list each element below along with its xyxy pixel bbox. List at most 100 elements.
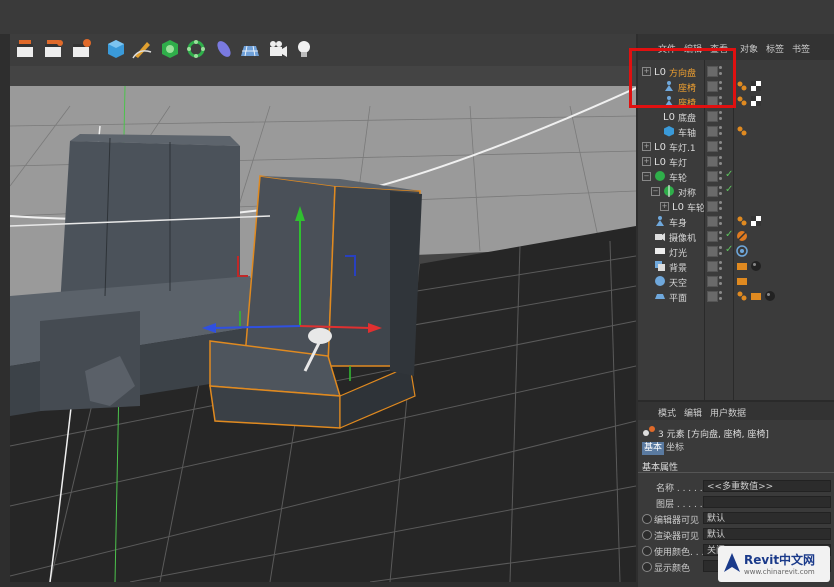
object-row[interactable]: − 对称 ✓ xyxy=(638,184,834,199)
menu-bookmarks[interactable]: 书签 xyxy=(792,42,810,55)
visibility-toggle[interactable] xyxy=(707,141,718,152)
menu-attr-edit[interactable]: 编辑 xyxy=(684,406,702,419)
menu-mode[interactable]: 模式 xyxy=(658,406,676,419)
visibility-toggle[interactable] xyxy=(707,156,718,167)
field-value[interactable] xyxy=(703,496,831,508)
expand-toggle[interactable]: + xyxy=(642,157,651,166)
editor-render-dots[interactable] xyxy=(719,275,722,287)
object-name[interactable]: 车身 xyxy=(669,216,687,229)
object-row[interactable]: 天空 xyxy=(638,274,834,289)
pen-spline-icon[interactable] xyxy=(130,37,154,61)
field-value[interactable]: 默认 xyxy=(703,512,831,524)
visibility-toggle[interactable] xyxy=(707,246,718,257)
light-bulb-icon[interactable] xyxy=(292,37,316,61)
subdivision-icon[interactable] xyxy=(158,37,182,61)
object-row[interactable]: 车身 xyxy=(638,214,834,229)
editor-render-dots[interactable] xyxy=(719,200,722,212)
object-name[interactable]: 车轮 xyxy=(687,201,705,214)
editor-render-dots[interactable] xyxy=(719,140,722,152)
floor-scene-icon[interactable] xyxy=(238,37,262,61)
material-tag-orange-icon[interactable] xyxy=(736,80,748,92)
visibility-toggle[interactable] xyxy=(707,216,718,227)
field-radio[interactable] xyxy=(642,530,652,540)
sphere-material-tag-icon[interactable] xyxy=(750,260,762,272)
object-row[interactable]: L0 底盘 xyxy=(638,109,834,124)
visibility-toggle[interactable] xyxy=(707,171,718,182)
visibility-toggle[interactable] xyxy=(707,186,718,197)
cube-icon[interactable] xyxy=(104,37,128,61)
object-name[interactable]: 摄像机 xyxy=(669,231,696,244)
menu-object[interactable]: 对象 xyxy=(740,42,758,55)
editor-render-dots[interactable] xyxy=(719,170,722,182)
material-tag-orange-icon[interactable] xyxy=(736,125,748,137)
render-view-button[interactable] xyxy=(14,37,38,61)
display-tag-icon[interactable] xyxy=(750,290,762,302)
array-generator-icon[interactable] xyxy=(184,37,208,61)
checker-tag-icon[interactable] xyxy=(750,215,762,227)
editor-render-dots[interactable] xyxy=(719,260,722,272)
object-row[interactable]: 车轴 xyxy=(638,124,834,139)
target-tag-icon[interactable] xyxy=(736,245,748,257)
checker-tag-icon[interactable] xyxy=(750,95,762,107)
editor-render-dots[interactable] xyxy=(719,290,722,302)
field-radio[interactable] xyxy=(642,546,652,556)
object-name[interactable]: 车轴 xyxy=(678,126,696,139)
object-row[interactable]: + L0 车灯 xyxy=(638,154,834,169)
editor-render-dots[interactable] xyxy=(719,215,722,227)
field-radio[interactable] xyxy=(642,514,652,524)
editor-render-dots[interactable] xyxy=(719,155,722,167)
editor-render-dots[interactable] xyxy=(719,245,722,257)
material-tag-orange-icon[interactable] xyxy=(736,215,748,227)
display-tag-icon[interactable] xyxy=(736,260,748,272)
checker-tag-icon[interactable] xyxy=(750,80,762,92)
protection-tag-icon[interactable] xyxy=(736,230,748,242)
object-row[interactable]: + L0 车轮 xyxy=(638,199,834,214)
tab-basic[interactable]: 基本 xyxy=(642,442,665,455)
field-value[interactable]: <<多重数值>> xyxy=(703,480,831,492)
menu-user-data[interactable]: 用户数据 xyxy=(710,406,746,419)
expand-toggle[interactable]: − xyxy=(642,172,651,181)
3d-viewport[interactable] xyxy=(10,66,636,582)
editor-render-dots[interactable] xyxy=(719,230,722,242)
object-row[interactable]: 背景 xyxy=(638,259,834,274)
object-row[interactable]: 灯光 ✓ xyxy=(638,244,834,259)
object-name[interactable]: 车轮 xyxy=(669,171,687,184)
material-tag-orange-icon[interactable] xyxy=(736,290,748,302)
field-value[interactable]: 默认 xyxy=(703,528,831,540)
visibility-toggle[interactable] xyxy=(707,126,718,137)
visibility-toggle[interactable] xyxy=(707,261,718,272)
visibility-toggle[interactable] xyxy=(707,276,718,287)
display-tag-icon[interactable] xyxy=(736,275,748,287)
object-row[interactable]: 摄像机 ✓ xyxy=(638,229,834,244)
visibility-toggle[interactable] xyxy=(707,231,718,242)
object-row[interactable]: − 车轮 ✓ xyxy=(638,169,834,184)
editor-render-dots[interactable] xyxy=(719,125,722,137)
sphere-material-tag-icon[interactable] xyxy=(764,290,776,302)
material-tag-orange-icon[interactable] xyxy=(736,95,748,107)
object-name[interactable]: 背景 xyxy=(669,261,687,274)
object-name[interactable]: 车灯 xyxy=(669,156,687,169)
render-settings-button[interactable] xyxy=(70,37,94,61)
render-picture-viewer-button[interactable] xyxy=(42,37,66,61)
editor-render-dots[interactable] xyxy=(719,110,722,122)
object-row[interactable]: 平面 xyxy=(638,289,834,304)
tab-coordinates[interactable]: 坐标 xyxy=(664,442,686,455)
field-radio[interactable] xyxy=(642,562,652,572)
camera-icon[interactable] xyxy=(266,37,290,61)
deformer-icon[interactable] xyxy=(212,37,236,61)
expand-toggle[interactable]: − xyxy=(651,187,660,196)
object-name[interactable]: 车灯.1 xyxy=(669,141,696,154)
object-row[interactable]: + L0 车灯.1 xyxy=(638,139,834,154)
editor-render-dots[interactable] xyxy=(719,185,722,197)
visibility-toggle[interactable] xyxy=(707,111,718,122)
object-name[interactable]: 灯光 xyxy=(669,246,687,259)
visibility-toggle[interactable] xyxy=(707,291,718,302)
object-name[interactable]: 天空 xyxy=(669,276,687,289)
object-name[interactable]: 底盘 xyxy=(678,111,696,124)
expand-toggle[interactable]: + xyxy=(660,202,669,211)
visibility-toggle[interactable] xyxy=(707,201,718,212)
expand-toggle[interactable]: + xyxy=(642,142,651,151)
menu-tags[interactable]: 标签 xyxy=(766,42,784,55)
object-name[interactable]: 平面 xyxy=(669,291,687,304)
object-name[interactable]: 对称 xyxy=(678,186,696,199)
